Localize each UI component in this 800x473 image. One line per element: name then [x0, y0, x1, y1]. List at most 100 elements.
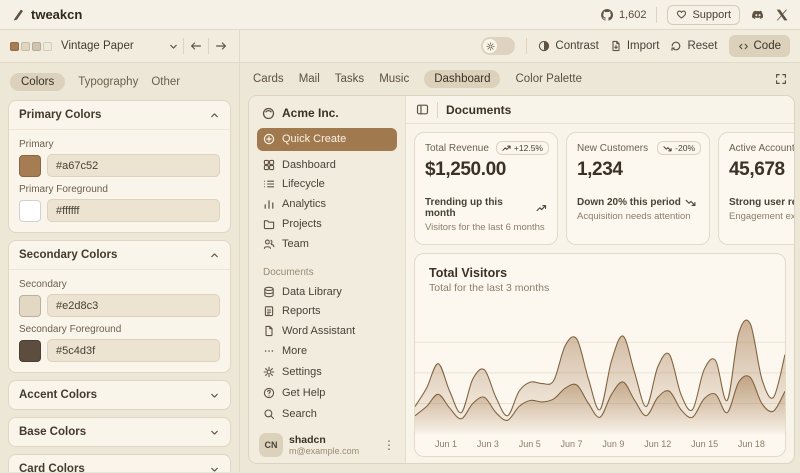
section-header[interactable]: Accent Colors — [9, 381, 230, 409]
github-icon — [600, 8, 614, 22]
color-input-primary[interactable] — [47, 154, 220, 177]
metric-title: Active Accounts — [729, 143, 794, 154]
chart-x-axis: Jun 1 Jun 3 Jun 5 Jun 7 Jun 9 Jun 12 Jun… — [415, 439, 785, 449]
sidebar-item-label: Reports — [282, 305, 321, 317]
dashboard-preview: Acme Inc. Quick Create Dashboard — [248, 95, 795, 464]
theme-next-button[interactable] — [213, 38, 229, 54]
tab-music[interactable]: Music — [379, 70, 409, 88]
sidebar-item-label: Data Library — [282, 286, 342, 298]
color-input-primary-foreground[interactable] — [47, 199, 220, 222]
tab-dashboard[interactable]: Dashboard — [424, 70, 500, 88]
reset-label: Reset — [687, 40, 717, 52]
sidebar-item-search[interactable]: Search — [257, 403, 397, 424]
reset-icon — [670, 40, 682, 52]
sidebar-item-data-library[interactable]: Data Library — [257, 282, 397, 302]
section-header[interactable]: Primary Colors — [9, 101, 230, 129]
org-name: Acme Inc. — [282, 106, 339, 120]
sidebar-item-label: Lifecycle — [282, 178, 325, 190]
user-name: shadcn — [289, 434, 359, 446]
sun-icon — [483, 39, 497, 53]
theme-selector[interactable]: Vintage Paper — [0, 30, 240, 62]
metric-value: 45,678 — [729, 159, 794, 181]
sidebar-item-quick-create[interactable]: Quick Create — [257, 128, 397, 151]
user-menu[interactable]: CN shadcn m@example.com ⋮ — [257, 431, 397, 457]
section-primary-colors: Primary Colors Primary Primary Foregroun… — [8, 100, 231, 233]
theme-prev-button[interactable] — [188, 38, 204, 54]
import-button[interactable]: Import — [610, 40, 660, 52]
color-input-secondary[interactable] — [47, 294, 220, 317]
sidebar-item-label: Search — [282, 408, 317, 420]
tab-tasks[interactable]: Tasks — [335, 70, 364, 88]
section-header[interactable]: Card Colors — [9, 455, 230, 472]
color-input-secondary-foreground[interactable] — [47, 339, 220, 362]
report-icon — [263, 305, 275, 317]
support-button[interactable]: Support — [667, 5, 740, 25]
reset-button[interactable]: Reset — [670, 40, 717, 52]
tab-typography[interactable]: Typography — [78, 73, 138, 91]
tab-other[interactable]: Other — [151, 73, 180, 91]
field-label: Secondary — [19, 279, 220, 290]
color-swatch-primary[interactable] — [19, 155, 41, 177]
sidebar-item-lifecycle[interactable]: Lifecycle — [257, 174, 397, 194]
sidebar-item-word-assistant[interactable]: Word Assistant — [257, 321, 397, 341]
section-secondary-colors: Secondary Colors Secondary Secondary For… — [8, 240, 231, 373]
contrast-icon — [538, 40, 550, 52]
metric-subtext: Engagement exceed targets — [729, 211, 794, 222]
sidebar-item-projects[interactable]: Projects — [257, 214, 397, 234]
chevron-down-icon — [209, 390, 220, 401]
section-title: Primary Colors — [19, 109, 101, 121]
sidebar-item-get-help[interactable]: Get Help — [257, 382, 397, 403]
app-logo[interactable]: tweakcn — [12, 7, 82, 22]
color-swatch-secondary[interactable] — [19, 295, 41, 317]
sidebar-item-settings[interactable]: Settings — [257, 361, 397, 382]
sidebar-item-label: Word Assistant — [282, 325, 355, 337]
users-icon — [263, 238, 275, 250]
code-button[interactable]: Code — [729, 35, 791, 57]
metric-value: $1,250.00 — [425, 159, 547, 181]
x-tick: Jun 1 — [435, 439, 457, 449]
theme-swatches — [10, 42, 52, 51]
metric-trend-line: Trending up this month — [425, 197, 547, 219]
tab-mail[interactable]: Mail — [299, 70, 320, 88]
color-swatch-secondary-foreground[interactable] — [19, 340, 41, 362]
contrast-button[interactable]: Contrast — [538, 40, 598, 52]
sidebar-item-team[interactable]: Team — [257, 234, 397, 254]
x-logo-icon[interactable] — [776, 9, 788, 21]
support-label: Support — [692, 9, 731, 21]
github-stars[interactable]: 1,602 — [600, 8, 647, 22]
color-swatch-primary-foreground[interactable] — [19, 200, 41, 222]
tab-colors[interactable]: Colors — [10, 73, 65, 91]
sidebar-item-label: Quick Create — [282, 133, 346, 145]
pen-logo-icon — [12, 8, 25, 21]
sidebar-item-dashboard[interactable]: Dashboard — [257, 155, 397, 175]
fullscreen-button[interactable] — [775, 73, 787, 85]
discord-icon[interactable] — [750, 8, 766, 21]
trending-down-icon — [685, 197, 696, 208]
metric-value: 1,234 — [577, 159, 699, 181]
sidebar-item-label: Analytics — [282, 198, 326, 210]
ellipsis-vertical-icon[interactable]: ⋮ — [383, 438, 395, 452]
sidebar-toggle-icon[interactable] — [416, 103, 429, 116]
metric-subtext: Acquisition needs attention — [577, 211, 699, 222]
dots-icon — [263, 345, 275, 357]
sidebar-item-more[interactable]: More — [257, 341, 397, 361]
section-header[interactable]: Secondary Colors — [9, 241, 230, 269]
code-label: Code — [754, 40, 782, 52]
section-card-colors: Card Colors — [8, 454, 231, 472]
section-header[interactable]: Base Colors — [9, 418, 230, 446]
editor-panel: Colors Typography Other Primary Colors P… — [0, 63, 240, 472]
section-title: Base Colors — [19, 426, 86, 438]
theme-mode-toggle[interactable] — [481, 37, 515, 55]
x-tick: Jun 7 — [561, 439, 583, 449]
tab-cards[interactable]: Cards — [253, 70, 284, 88]
field-label: Primary — [19, 139, 220, 150]
sidebar-group-label: Documents — [257, 267, 397, 278]
sidebar-item-analytics[interactable]: Analytics — [257, 194, 397, 214]
sidebar-item-reports[interactable]: Reports — [257, 302, 397, 322]
tab-color-palette[interactable]: Color Palette — [515, 70, 581, 88]
chevron-down-icon — [209, 427, 220, 438]
metric-card-active-accounts: Active Accounts +12.5% 45,678 Strong use… — [718, 132, 794, 245]
org-switcher[interactable]: Acme Inc. — [257, 104, 397, 128]
x-tick: Jun 15 — [691, 439, 718, 449]
metric-cards: Total Revenue +12.5% $1,250.00 Trending … — [406, 124, 794, 245]
